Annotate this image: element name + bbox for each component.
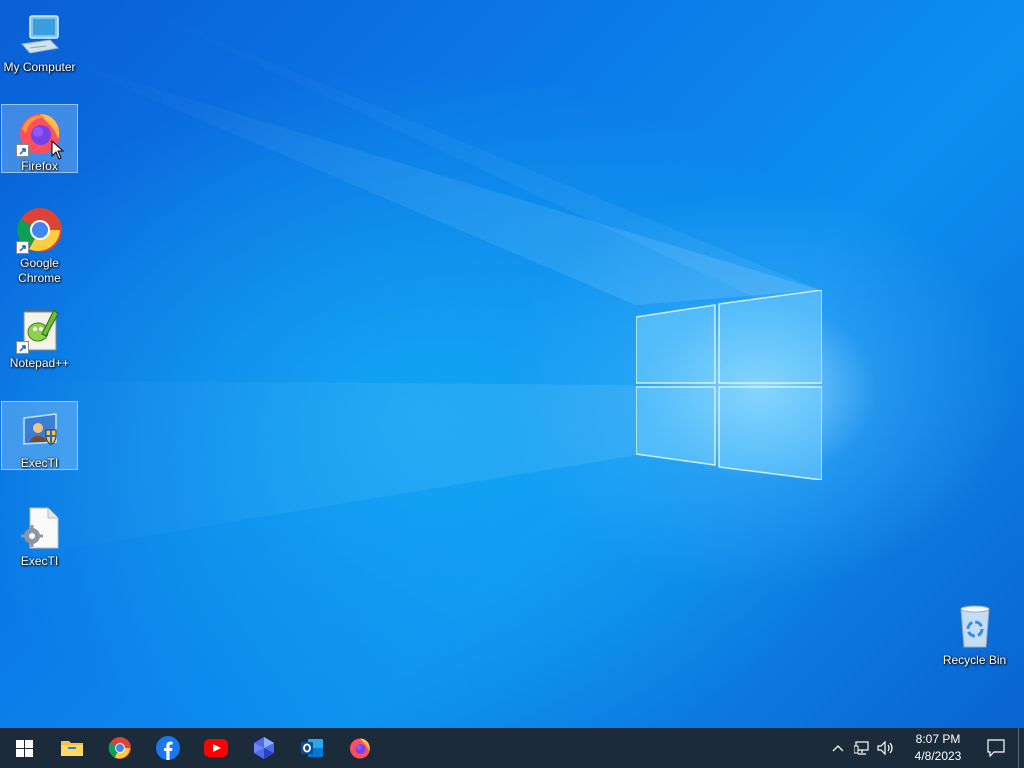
show-hidden-icons-button[interactable] bbox=[826, 728, 850, 768]
desktop-icon-label: Notepad++ bbox=[9, 356, 70, 370]
power-automate-icon bbox=[254, 737, 274, 759]
action-center-button[interactable] bbox=[974, 728, 1018, 768]
windows-start-icon bbox=[15, 739, 33, 757]
outlook-icon bbox=[301, 739, 323, 757]
youtube-icon bbox=[204, 739, 228, 757]
computer-icon bbox=[16, 10, 64, 58]
desktop-icon-notepadpp[interactable]: Notepad++ bbox=[1, 302, 78, 371]
desktop-icon-label: Recycle Bin bbox=[942, 653, 1007, 667]
desktop-icon-google-chrome[interactable]: Google Chrome bbox=[1, 202, 78, 286]
desktop-icon-label: ExecTI bbox=[20, 554, 59, 568]
wallpaper-light-beams bbox=[0, 0, 820, 560]
start-button[interactable] bbox=[0, 728, 48, 768]
taskbar-chrome-button[interactable] bbox=[96, 728, 144, 768]
chrome-icon bbox=[108, 737, 131, 759]
desktop-icon-firefox[interactable]: Firefox bbox=[1, 104, 78, 173]
taskbar-clock[interactable]: 8:07 PM 4/8/2023 bbox=[902, 731, 974, 765]
execti-shortcut-icon bbox=[16, 406, 64, 454]
taskbar-facebook-button[interactable] bbox=[144, 728, 192, 768]
desktop-icon-label: Firefox bbox=[21, 159, 58, 173]
notepadpp-icon bbox=[15, 306, 64, 354]
desktop-icon-label: ExecTI bbox=[20, 456, 59, 470]
desktop-icon-execti-file[interactable]: ExecTI bbox=[1, 500, 78, 569]
clock-date: 4/8/2023 bbox=[914, 749, 962, 763]
network-button[interactable] bbox=[850, 728, 874, 768]
folder-icon bbox=[61, 741, 83, 756]
desktop-icon-label: My Computer bbox=[3, 60, 76, 74]
shortcut-arrow-icon bbox=[15, 241, 29, 254]
chrome-icon bbox=[15, 206, 64, 254]
speaker-icon bbox=[877, 741, 893, 755]
facebook-icon bbox=[156, 736, 180, 760]
execti-file-icon bbox=[16, 504, 64, 552]
shortcut-arrow-icon bbox=[15, 341, 29, 354]
desktop-icon-my-computer[interactable]: My Computer bbox=[1, 6, 78, 75]
mouse-cursor-icon bbox=[51, 140, 65, 160]
taskbar-youtube-button[interactable] bbox=[192, 728, 240, 768]
desktop-icon-recycle-bin[interactable]: Recycle Bin bbox=[936, 599, 1013, 668]
network-icon bbox=[854, 741, 869, 755]
notification-icon bbox=[987, 739, 1005, 757]
system-tray: 8:07 PM 4/8/2023 bbox=[826, 728, 1024, 768]
show-desktop-button[interactable] bbox=[1018, 728, 1024, 768]
taskbar-power-automate-button[interactable] bbox=[240, 728, 288, 768]
desktop-icon-label: Google Chrome bbox=[18, 256, 61, 285]
recycle-bin-icon bbox=[951, 603, 999, 651]
windows-logo-wallpaper bbox=[636, 290, 822, 480]
taskbar-outlook-button[interactable] bbox=[288, 728, 336, 768]
taskbar-firefox-button[interactable] bbox=[336, 728, 384, 768]
clock-time: 8:07 PM bbox=[915, 732, 961, 746]
shortcut-arrow-icon bbox=[15, 144, 29, 157]
desktop-icon-execti-shortcut[interactable]: ExecTI bbox=[1, 401, 78, 470]
volume-button[interactable] bbox=[874, 728, 898, 768]
taskbar: 8:07 PM 4/8/2023 bbox=[0, 728, 1024, 768]
firefox-icon bbox=[350, 738, 370, 759]
chevron-up-icon bbox=[832, 745, 844, 752]
taskbar-file-explorer-button[interactable] bbox=[48, 728, 96, 768]
